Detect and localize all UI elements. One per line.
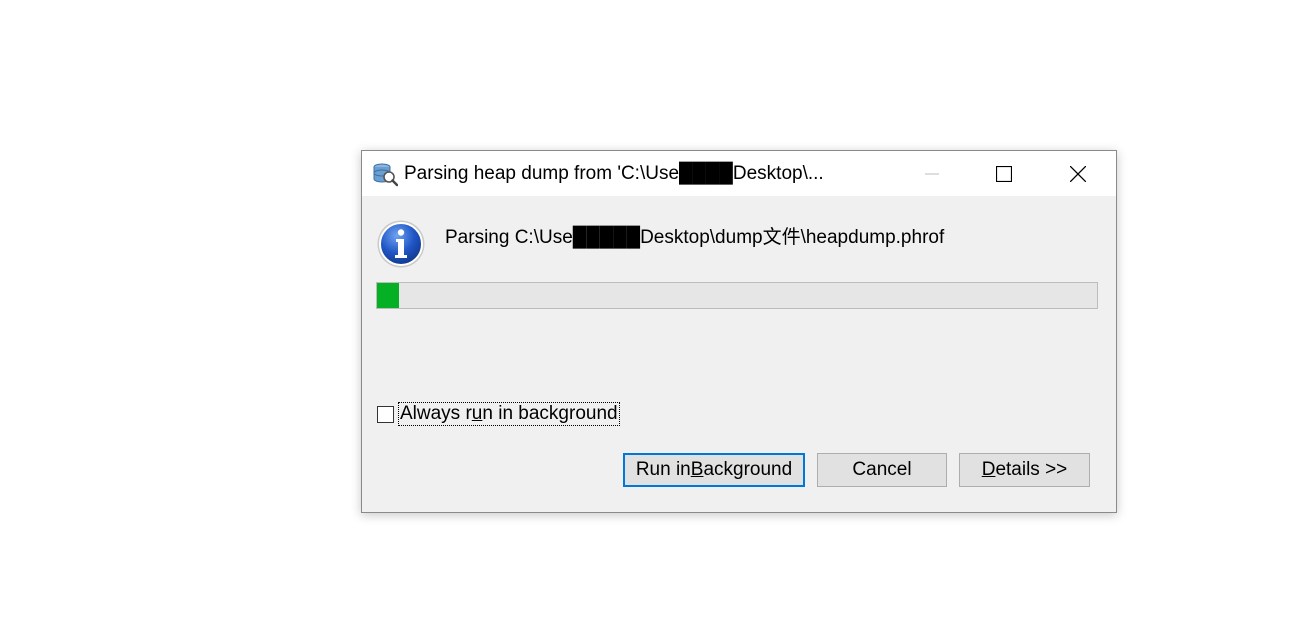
heap-analyzer-icon [373,163,398,187]
always-run-in-background-checkbox[interactable] [377,405,394,423]
title-bar[interactable]: Parsing heap dump from 'C:\Use████Deskto… [362,151,1116,196]
info-icon [377,220,425,268]
details-button[interactable]: Details >> [959,453,1090,487]
progress-fill [377,283,399,308]
maximize-button[interactable] [975,151,1033,196]
always-run-in-background-label[interactable]: Always run in background [398,402,620,426]
always-run-in-background-option[interactable]: Always run in background [377,402,620,426]
cancel-button[interactable]: Cancel [817,453,947,487]
minimize-icon [925,173,939,174]
minimize-button[interactable] [903,151,961,196]
close-icon [1070,165,1086,182]
window-title: Parsing heap dump from 'C:\Use████Deskto… [404,163,824,184]
parsing-message: Parsing C:\Use█████Desktop\dump文件\heapdu… [445,227,945,248]
maximize-icon [996,165,1012,182]
run-in-background-button[interactable]: Run in Background [623,453,805,487]
progress-bar [376,282,1098,309]
parsing-dialog: Parsing heap dump from 'C:\Use████Deskto… [361,150,1117,513]
close-button[interactable] [1049,151,1107,196]
